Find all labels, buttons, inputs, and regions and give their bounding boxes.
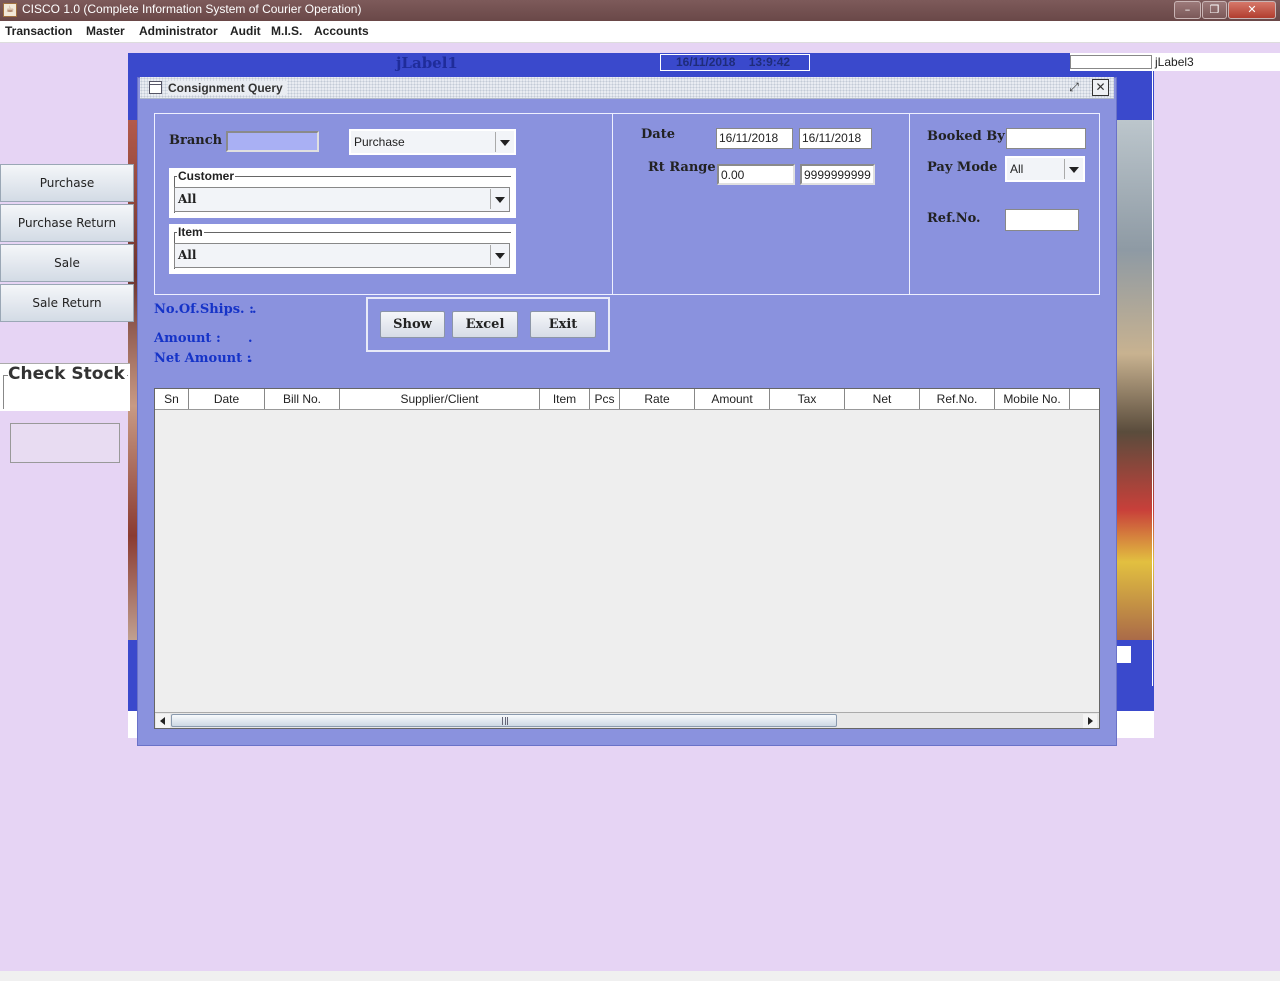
customer-select[interactable]: All	[174, 187, 510, 212]
maximize-button[interactable]: ❐	[1202, 1, 1227, 19]
column-header-pcs[interactable]: Pcs	[590, 389, 620, 409]
exit-button[interactable]: Exit	[530, 311, 596, 338]
show-button[interactable]: Show	[380, 311, 445, 338]
check-stock-title: Check Stock	[8, 364, 127, 384]
item-select-value: All	[178, 248, 197, 262]
customer-group: Customer All	[169, 168, 516, 218]
date-time-display: 16/11/2018 13:9:42	[660, 54, 810, 71]
status-strip	[0, 971, 1280, 981]
jlabel3: jLabel3	[1155, 55, 1194, 69]
amount-value: .	[248, 331, 253, 346]
ref-no-input[interactable]	[1005, 209, 1079, 231]
column-header-supplier-client[interactable]: Supplier/Client	[340, 389, 540, 409]
menu-accounts[interactable]: Accounts	[314, 24, 369, 38]
net-amount-label: Net Amount :	[154, 351, 252, 366]
column-header-net[interactable]: Net	[845, 389, 920, 409]
column-header-date[interactable]: Date	[189, 389, 265, 409]
chevron-down-icon	[495, 132, 513, 152]
sale-button[interactable]: Sale	[0, 244, 134, 282]
desktop-square	[1116, 646, 1131, 663]
scroll-left-icon[interactable]	[156, 714, 170, 728]
close-icon[interactable]: ✕	[1092, 79, 1109, 96]
excel-button[interactable]: Excel	[452, 311, 518, 338]
type-select-value: Purchase	[354, 135, 405, 149]
divider	[1152, 71, 1153, 686]
rt-range-label: Rt Range	[648, 160, 716, 175]
column-header-item[interactable]: Item	[540, 389, 590, 409]
minimize-button[interactable]: –	[1174, 1, 1201, 19]
column-header-tax[interactable]: Tax	[770, 389, 845, 409]
scroll-right-icon[interactable]	[1083, 714, 1097, 728]
divider	[909, 113, 910, 295]
jlabel1: jLabel1	[396, 54, 458, 72]
net-amount-value: .	[248, 351, 253, 366]
window-icon	[149, 81, 162, 94]
grip-icon	[502, 717, 508, 725]
item-group: Item All	[169, 224, 516, 274]
customer-group-title: Customer	[177, 169, 236, 183]
menu-master[interactable]: Master	[86, 24, 125, 38]
booked-by-input[interactable]	[1006, 128, 1086, 149]
menu-administrator[interactable]: Administrator	[139, 24, 218, 38]
rt-from-input[interactable]: 0.00	[717, 164, 795, 185]
restore-icon[interactable]: ⤢	[1066, 80, 1082, 95]
menu-transaction[interactable]: Transaction	[5, 24, 72, 38]
column-header-amount[interactable]: Amount	[695, 389, 770, 409]
window-title: CISCO 1.0 (Complete Information System o…	[22, 2, 362, 16]
menu-audit[interactable]: Audit	[230, 24, 261, 38]
pay-mode-value: All	[1010, 162, 1024, 176]
date-to-input[interactable]: 16/11/2018	[799, 128, 872, 149]
customer-select-value: All	[178, 192, 197, 206]
chevron-down-icon	[490, 189, 508, 209]
column-header-ref-no[interactable]: Ref.No.	[920, 389, 995, 409]
date-from-input[interactable]: 16/11/2018	[716, 128, 793, 149]
results-table	[154, 388, 1100, 729]
pay-mode-label: Pay Mode	[927, 160, 998, 175]
check-stock-button[interactable]	[10, 423, 120, 463]
menu-mis[interactable]: M.I.S.	[271, 24, 302, 38]
date-label: Date	[641, 127, 675, 142]
close-window-button[interactable]: ✕	[1228, 1, 1276, 19]
amount-label: Amount :	[154, 331, 221, 346]
purchase-button[interactable]: Purchase	[0, 164, 134, 202]
column-header-rate[interactable]: Rate	[620, 389, 695, 409]
branch-label: Branch	[169, 133, 223, 148]
horizontal-scrollbar[interactable]	[155, 712, 1099, 728]
column-header-sn[interactable]: Sn	[155, 389, 189, 409]
chevron-down-icon	[1064, 159, 1082, 179]
chevron-down-icon	[490, 245, 508, 265]
pay-mode-select[interactable]: All	[1005, 156, 1085, 182]
booked-by-label: Booked By	[927, 129, 1005, 144]
dialog-title: Consignment Query	[168, 81, 287, 95]
column-header-mobile-no[interactable]: Mobile No.	[995, 389, 1070, 409]
purchase-return-button[interactable]: Purchase Return	[0, 204, 134, 242]
divider	[612, 113, 613, 295]
branch-input[interactable]	[226, 131, 319, 152]
ships-value: .	[252, 302, 257, 317]
table-header: Sn Date Bill No. Supplier/Client Item Pc…	[155, 389, 1099, 410]
item-select[interactable]: All	[174, 243, 510, 268]
rt-to-input[interactable]: 9999999999	[800, 164, 875, 185]
ships-label: No.Of.Ships. :	[154, 302, 254, 317]
sale-return-button[interactable]: Sale Return	[0, 284, 134, 322]
scrollbar-thumb[interactable]	[171, 714, 837, 727]
top-right-field	[1070, 55, 1152, 69]
ref-no-label: Ref.No.	[927, 211, 981, 226]
item-group-title: Item	[177, 225, 204, 239]
type-select[interactable]: Purchase	[349, 129, 516, 155]
java-app-icon: ☕	[3, 3, 17, 17]
column-header-bill-no[interactable]: Bill No.	[265, 389, 340, 409]
background-photo-right	[1117, 120, 1154, 640]
